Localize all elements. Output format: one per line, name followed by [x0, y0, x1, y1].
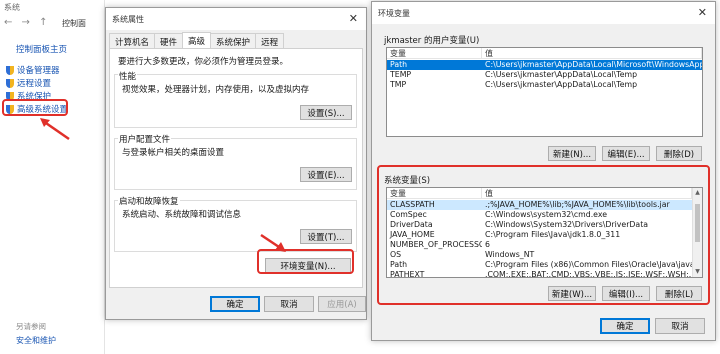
control-panel-home-link[interactable]: 控制面板主页 — [16, 43, 67, 55]
highlight-box — [377, 165, 710, 305]
cancel-button[interactable]: 取消 — [264, 296, 314, 312]
user-variables-label: jkmaster 的用户变量(U) — [384, 36, 480, 46]
dialog-title: 环境变量 — [378, 9, 410, 18]
col-variable[interactable]: 变量 — [387, 48, 482, 58]
user-edit-button[interactable]: 编辑(E)... — [602, 146, 650, 161]
user-delete-button[interactable]: 删除(D) — [656, 146, 702, 161]
table-header: 变量 值 — [387, 48, 702, 59]
dialog-title: 系统属性 — [112, 15, 144, 24]
red-arrow-icon — [40, 118, 70, 141]
table-row[interactable]: TEMP C:\Users\jkmaster\AppData\Local\Temp — [387, 70, 702, 80]
col-value[interactable]: 值 — [482, 48, 702, 58]
close-icon[interactable]: ✕ — [349, 12, 358, 25]
sidebar-item-device-manager[interactable]: 设备管理器 — [6, 64, 60, 76]
user-profile-label: 用户配置文件 — [118, 133, 172, 145]
control-panel-window: 系统 ← → ↑ 控制面 控制面板主页 设备管理器 远程设置 系统保护 高级系统… — [0, 0, 105, 354]
startup-desc: 系统启动、系统故障和调试信息 — [122, 210, 242, 220]
close-icon[interactable]: ✕ — [698, 6, 707, 19]
ok-button[interactable]: 确定 — [210, 296, 260, 312]
startup-settings-button[interactable]: 设置(T)... — [300, 229, 352, 244]
see-also-heading: 另请参阅 — [16, 322, 46, 331]
security-link[interactable]: 安全和维护 — [16, 335, 56, 346]
startup-label: 启动和故障恢复 — [118, 195, 180, 207]
highlight-box — [2, 99, 68, 116]
user-profile-desc: 与登录帐户相关的桌面设置 — [122, 148, 225, 158]
table-row[interactable]: TMP C:\Users\jkmaster\AppData\Local\Temp — [387, 80, 702, 90]
dialog-titlebar: 环境变量 ✕ — [372, 2, 715, 24]
admin-note: 要进行大多数更改，你必须作为管理员登录。 — [118, 57, 289, 67]
user-new-button[interactable]: 新建(N)... — [548, 146, 596, 161]
nav-arrows[interactable]: ← → ↑ — [4, 17, 51, 28]
ok-button[interactable]: 确定 — [600, 318, 650, 334]
apply-button[interactable]: 应用(A) — [318, 296, 366, 312]
window-title: 系统 — [4, 3, 20, 12]
table-row[interactable]: Path C:\Users\jkmaster\AppData\Local\Micr… — [387, 60, 702, 70]
performance-desc: 视觉效果，处理器计划，内存使用，以及虚拟内存 — [122, 85, 310, 95]
dialog-titlebar: 系统属性 ✕ — [106, 8, 366, 30]
sidebar-item-remote-settings[interactable]: 远程设置 — [6, 77, 51, 89]
user-profile-settings-button[interactable]: 设置(E)... — [300, 167, 352, 182]
red-arrow-icon — [260, 233, 286, 252]
performance-settings-button[interactable]: 设置(S)... — [300, 105, 352, 120]
shield-icon — [6, 65, 14, 75]
breadcrumb[interactable]: 控制面 — [62, 18, 86, 29]
user-variables-table[interactable]: 变量 值 Path C:\Users\jkmaster\AppData\Local… — [386, 47, 703, 137]
performance-label: 性能 — [118, 70, 138, 82]
shield-icon — [6, 78, 14, 88]
cancel-button[interactable]: 取消 — [655, 318, 705, 334]
